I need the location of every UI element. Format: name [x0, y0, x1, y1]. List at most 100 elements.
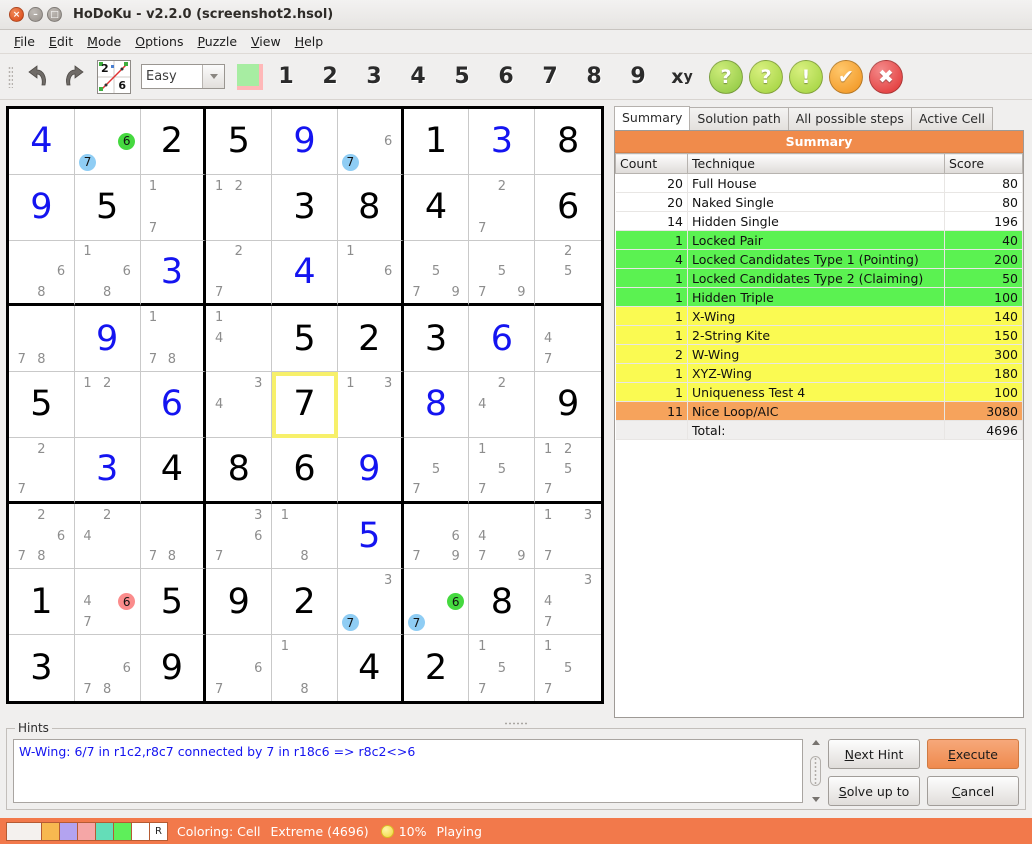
sudoku-cell-r8c5[interactable]: 2 [272, 569, 338, 636]
coloring-swatch-2[interactable] [41, 821, 60, 841]
table-row[interactable]: 2 W-Wing 300 [615, 344, 1023, 364]
sudoku-cell-r9c7[interactable]: 2 [403, 635, 470, 701]
table-row[interactable]: 1 XYZ-Wing 180 [615, 363, 1023, 383]
sudoku-cell-r8c9[interactable]: 3 4 7 [535, 569, 601, 636]
sudoku-cell-r4c9[interactable]: 47 [535, 306, 601, 373]
sudoku-cell-r4c4[interactable]: 14 [206, 306, 273, 373]
coloring-swatch-6[interactable] [113, 821, 132, 841]
sudoku-cell-r8c4[interactable]: 9 [206, 569, 273, 636]
menu-help[interactable]: Help [288, 32, 331, 51]
table-row[interactable]: 1 Locked Pair 40 [615, 230, 1023, 250]
sudoku-cell-r3c9[interactable]: 25 [535, 240, 601, 307]
minimize-window-button[interactable]: – [28, 7, 43, 22]
table-row[interactable]: 1 Hidden Triple 100 [615, 287, 1023, 307]
sudoku-cell-r6c3[interactable]: 4 [140, 437, 207, 504]
coloring-swatch-3[interactable] [59, 821, 78, 841]
sudoku-cell-r7c5[interactable]: 18 [272, 503, 338, 570]
sudoku-cell-r4c3[interactable]: 1 78 [140, 306, 207, 373]
sudoku-cell-r2c3[interactable]: 17 [140, 174, 207, 241]
number-button-4[interactable]: 4 [397, 60, 439, 94]
table-row[interactable]: 1 X-Wing 140 [615, 306, 1023, 326]
close-window-button[interactable]: × [9, 7, 24, 22]
execute-step-button[interactable]: ✔ [829, 59, 863, 94]
splitter-handle[interactable] [0, 718, 1032, 728]
table-row[interactable]: 1 2-String Kite 150 [615, 325, 1023, 345]
redo-button[interactable] [57, 60, 93, 94]
sudoku-cell-r7c1[interactable]: 26 78 [9, 503, 75, 570]
sudoku-cell-r2c8[interactable]: 27 [469, 174, 536, 241]
sudoku-cell-r2c9[interactable]: 6 [535, 174, 601, 241]
column-header-technique[interactable]: Technique [687, 153, 945, 174]
sudoku-cell-r1c3[interactable]: 2 [140, 109, 207, 175]
candidate-mode-button[interactable]: 2 6 [97, 59, 131, 94]
sudoku-cell-r4c7[interactable]: 3 [403, 306, 470, 373]
sudoku-cell-r4c1[interactable]: 78 [9, 306, 75, 373]
toolbar-grip[interactable] [8, 65, 13, 88]
solve-up-to-button[interactable]: Solve up to [828, 776, 920, 806]
sudoku-cell-r5c6[interactable]: 13 [337, 372, 404, 438]
sudoku-cell-r7c6[interactable]: 5 [337, 503, 404, 570]
sudoku-cell-r9c8[interactable]: 157 [469, 635, 536, 701]
sudoku-cell-r9c3[interactable]: 9 [140, 635, 207, 701]
sudoku-cell-r7c3[interactable]: 78 [140, 503, 207, 570]
sudoku-cell-r4c2[interactable]: 9 [74, 306, 141, 373]
sudoku-cell-r3c8[interactable]: 57 9 [469, 240, 536, 307]
sudoku-cell-r1c2[interactable]: 67 [74, 109, 141, 175]
execute-button[interactable]: Execute [927, 739, 1019, 769]
sudoku-cell-r5c1[interactable]: 5 [9, 372, 75, 438]
sudoku-cell-r2c6[interactable]: 8 [337, 174, 404, 241]
sudoku-cell-r8c1[interactable]: 1 [9, 569, 75, 636]
number-button-3[interactable]: 3 [353, 60, 395, 94]
chevron-down-icon[interactable] [202, 65, 224, 88]
table-row[interactable]: Total: 4696 [615, 420, 1023, 440]
coloring-swatch-7[interactable] [131, 821, 150, 841]
xy-toggle-button[interactable]: xy [661, 60, 703, 94]
sudoku-cell-r7c2[interactable]: 24 [74, 503, 141, 570]
sudoku-cell-r6c1[interactable]: 27 [9, 437, 75, 504]
number-button-2[interactable]: 2 [309, 60, 351, 94]
hint-button[interactable]: ! [789, 59, 823, 94]
sudoku-cell-r9c2[interactable]: 6 78 [74, 635, 141, 701]
sudoku-cell-r4c8[interactable]: 6 [469, 306, 536, 373]
sudoku-cell-r8c2[interactable]: 4 6 7 [74, 569, 141, 636]
sudoku-cell-r8c3[interactable]: 5 [140, 569, 207, 636]
sudoku-cell-r9c6[interactable]: 4 [337, 635, 404, 701]
sudoku-cell-r2c5[interactable]: 3 [272, 174, 338, 241]
number-button-8[interactable]: 8 [573, 60, 615, 94]
coloring-swatch-5[interactable] [95, 821, 114, 841]
sudoku-cell-r9c9[interactable]: 157 [535, 635, 601, 701]
sudoku-cell-r5c8[interactable]: 24 [469, 372, 536, 438]
sudoku-cell-r6c9[interactable]: 12 57 [535, 437, 601, 504]
sudoku-cell-r6c8[interactable]: 157 [469, 437, 536, 504]
menu-mode[interactable]: Mode [80, 32, 128, 51]
scroll-down-icon[interactable] [811, 797, 820, 802]
help-button-1[interactable]: ? [709, 59, 743, 94]
sudoku-cell-r6c6[interactable]: 9 [337, 437, 404, 504]
sudoku-cell-r1c8[interactable]: 3 [469, 109, 536, 175]
sudoku-cell-r3c6[interactable]: 16 [337, 240, 404, 307]
sudoku-cell-r3c5[interactable]: 4 [272, 240, 338, 307]
column-header-score[interactable]: Score [944, 153, 1023, 174]
sudoku-cell-r7c9[interactable]: 1 3 7 [535, 503, 601, 570]
coloring-color-button[interactable] [237, 63, 263, 90]
difficulty-level-select[interactable]: Easy [141, 64, 225, 89]
sudoku-cell-r3c4[interactable]: 27 [206, 240, 273, 307]
sudoku-cell-r5c7[interactable]: 8 [403, 372, 470, 438]
table-row[interactable]: 4 Locked Candidates Type 1 (Pointing) 200 [615, 249, 1023, 269]
sudoku-cell-r7c4[interactable]: 3 6 7 [206, 503, 273, 570]
coloring-swatch-4[interactable] [77, 821, 96, 841]
hints-scrollbar[interactable] [809, 739, 822, 803]
sudoku-cell-r6c4[interactable]: 8 [206, 437, 273, 504]
menu-file[interactable]: File [7, 32, 42, 51]
sudoku-cell-r8c8[interactable]: 8 [469, 569, 536, 636]
menu-options[interactable]: Options [128, 32, 190, 51]
tab-all-possible-steps[interactable]: All possible steps [787, 107, 912, 130]
sudoku-cell-r3c7[interactable]: 57 9 [403, 240, 470, 307]
sudoku-cell-r9c1[interactable]: 3 [9, 635, 75, 701]
sudoku-cell-r9c5[interactable]: 18 [272, 635, 338, 701]
sudoku-cell-r7c7[interactable]: 6 7 9 [403, 503, 470, 570]
sudoku-grid[interactable]: 4672596713895171238427668168327416579579… [6, 106, 604, 704]
sudoku-cell-r5c5[interactable]: 7 [272, 372, 338, 438]
table-row[interactable]: 14 Hidden Single 196 [615, 211, 1023, 231]
table-row[interactable]: 20 Full House 80 [615, 173, 1023, 193]
